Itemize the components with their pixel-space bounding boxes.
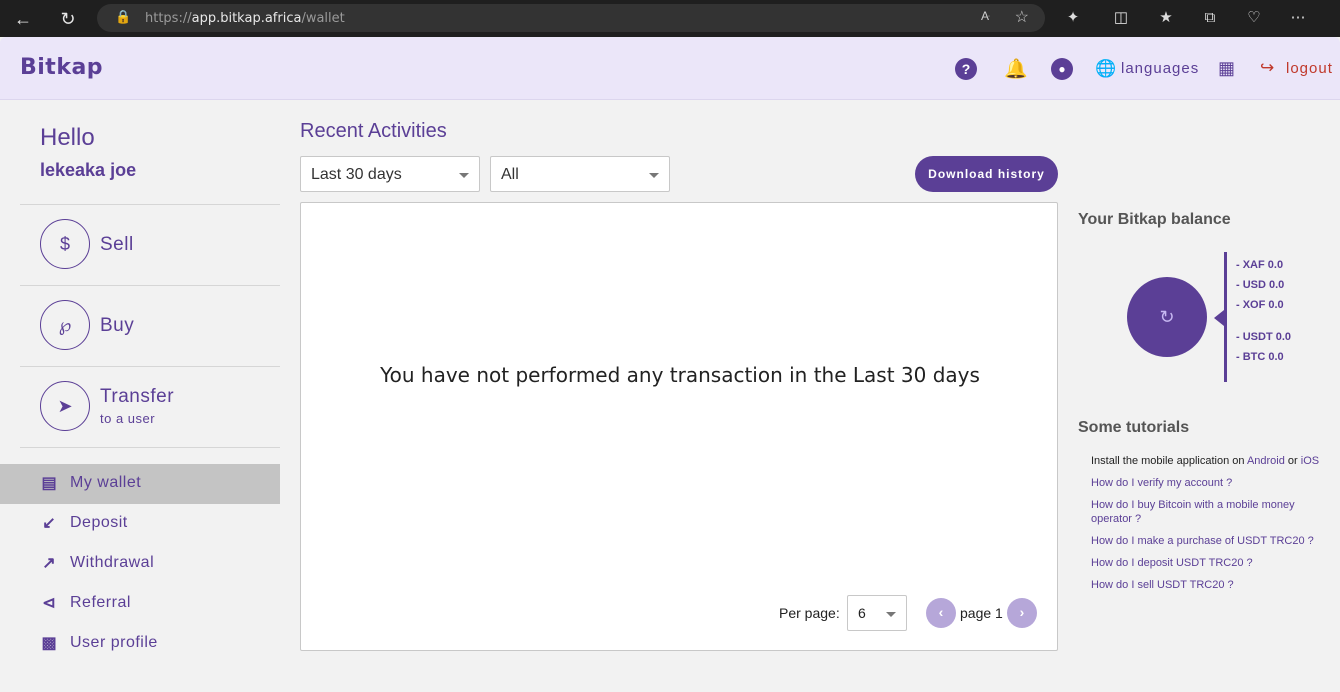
lock-icon: 🔒: [115, 9, 132, 24]
chevron-down-icon: [459, 173, 469, 178]
tutorial-link-verify[interactable]: How do I verify my account ?: [1091, 476, 1326, 490]
split-screen-icon[interactable]: ◫: [1110, 7, 1132, 29]
download-history-button[interactable]: Download history: [915, 156, 1058, 192]
buy-label: Buy: [100, 315, 135, 336]
user-account-icon[interactable]: ●: [1051, 58, 1073, 80]
balance-usdt: - USDT 0.0: [1236, 331, 1292, 343]
ios-link[interactable]: iOS: [1301, 455, 1319, 467]
menu-item-withdrawal[interactable]: ↗ Withdrawal: [0, 544, 280, 584]
refresh-balance-button[interactable]: ↻: [1127, 277, 1207, 357]
chevron-down-icon: [649, 173, 659, 178]
read-aloud-icon[interactable]: Aּ: [981, 9, 989, 23]
reload-icon[interactable]: ↻: [55, 6, 81, 32]
address-bar[interactable]: 🔒 https://app.bitkap.africa/wallet Aּ ☆: [97, 4, 1045, 32]
transfer-label: Transfer: [100, 386, 175, 407]
divider: [20, 285, 280, 286]
balance-btc: - BTC 0.0: [1236, 351, 1284, 363]
chevron-down-icon: [886, 612, 896, 617]
menu-item-referral[interactable]: ⊲ Referral: [0, 584, 280, 624]
type-filter-select[interactable]: All: [490, 156, 670, 192]
page-label: page 1: [960, 605, 1003, 621]
bell-icon[interactable]: 🔔: [1004, 57, 1028, 81]
period-filter-value: Last 30 days: [311, 166, 402, 183]
buy-icon: ℘: [40, 300, 90, 350]
logout-icon[interactable]: ↪: [1260, 58, 1274, 78]
balance-pointer: [1214, 310, 1224, 326]
divider: [20, 366, 280, 367]
transfer-sub-label: to a user: [100, 411, 156, 426]
install-app-text: Install the mobile application on Androi…: [1091, 455, 1319, 467]
tutorials-title: Some tutorials: [1078, 419, 1190, 436]
menu-item-deposit[interactable]: ↙ Deposit: [0, 504, 280, 544]
collections-icon[interactable]: ⧉: [1199, 7, 1221, 29]
performance-icon[interactable]: ♡: [1243, 7, 1265, 29]
install-prefix: Install the mobile application on: [1091, 455, 1245, 467]
logo-text: Bitkap: [20, 54, 104, 80]
balance-xaf: - XAF 0.0: [1236, 259, 1284, 271]
wallet-icon: ▤: [41, 475, 57, 492]
balance-usd: - USD 0.0: [1236, 279, 1285, 291]
android-link[interactable]: Android: [1247, 455, 1285, 467]
arrow-up-right-icon: ↗: [42, 555, 56, 572]
logout-link[interactable]: logout: [1286, 60, 1333, 77]
help-icon[interactable]: ?: [955, 58, 977, 80]
menu-item-my-wallet[interactable]: ▤ My wallet: [0, 464, 280, 504]
app-header: Bitkap ? 🔔 ● 🌐 languages ▦ ↪ logout: [0, 37, 1340, 100]
menu-label: User profile: [70, 634, 158, 651]
prev-page-button[interactable]: ‹: [926, 598, 956, 628]
sell-icon: $: [40, 219, 90, 269]
per-page-value: 6: [858, 605, 866, 621]
more-icon[interactable]: ⋯: [1287, 7, 1309, 29]
tutorial-link-purchase-usdt[interactable]: How do I make a purchase of USDT TRC20 ?: [1091, 534, 1326, 548]
menu-label: My wallet: [70, 474, 142, 491]
period-filter-select[interactable]: Last 30 days: [300, 156, 480, 192]
next-page-button[interactable]: ›: [1007, 598, 1037, 628]
id-card-icon: ▩: [41, 635, 57, 652]
tutorial-link-deposit-usdt[interactable]: How do I deposit USDT TRC20 ?: [1091, 556, 1326, 570]
type-filter-value: All: [501, 166, 519, 183]
favorites-icon[interactable]: ★: [1155, 7, 1177, 29]
arrow-down-left-icon: ↙: [42, 515, 56, 532]
hello-heading: Hello: [40, 124, 95, 151]
username: lekeaka joe: [40, 160, 137, 180]
qr-code-icon[interactable]: ▦: [1218, 58, 1235, 79]
extensions-icon[interactable]: ✦: [1062, 7, 1084, 29]
per-page-label: Per page:: [779, 605, 840, 621]
balance-title: Your Bitkap balance: [1078, 211, 1231, 228]
share-icon: ⊲: [42, 595, 56, 612]
menu-label: Referral: [70, 594, 131, 611]
browser-toolbar: ← ↻ 🔒 https://app.bitkap.africa/wallet A…: [0, 0, 1340, 37]
refresh-icon: ↻: [1159, 307, 1175, 327]
favorite-star-icon[interactable]: ☆: [1015, 7, 1029, 27]
menu-label: Withdrawal: [70, 554, 155, 571]
sell-label: Sell: [100, 234, 134, 255]
bitkap-logo[interactable]: Bitkap: [20, 47, 103, 87]
recent-activities-title: Recent Activities: [300, 120, 447, 142]
balance-xof: - XOF 0.0: [1236, 299, 1284, 311]
tutorial-link-buy-bitcoin[interactable]: How do I buy Bitcoin with a mobile money…: [1091, 498, 1326, 526]
globe-icon[interactable]: 🌐: [1095, 59, 1116, 79]
url-text: https://app.bitkap.africa/wallet: [145, 11, 345, 26]
per-page-select[interactable]: 6: [847, 595, 907, 631]
divider: [20, 204, 280, 205]
menu-label: Deposit: [70, 514, 128, 531]
tutorial-link-sell-usdt[interactable]: How do I sell USDT TRC20 ?: [1091, 578, 1326, 592]
back-icon[interactable]: ←: [10, 6, 36, 32]
menu-item-user-profile[interactable]: ▩ User profile: [0, 624, 280, 664]
activities-panel: You have not performed any transaction i…: [300, 202, 1058, 651]
or-text: or: [1287, 455, 1298, 467]
empty-state-message: You have not performed any transaction i…: [380, 363, 980, 387]
languages-link[interactable]: languages: [1121, 60, 1199, 77]
send-plane-icon: ➤: [40, 381, 90, 431]
divider: [20, 447, 280, 448]
balance-divider: [1224, 252, 1227, 382]
